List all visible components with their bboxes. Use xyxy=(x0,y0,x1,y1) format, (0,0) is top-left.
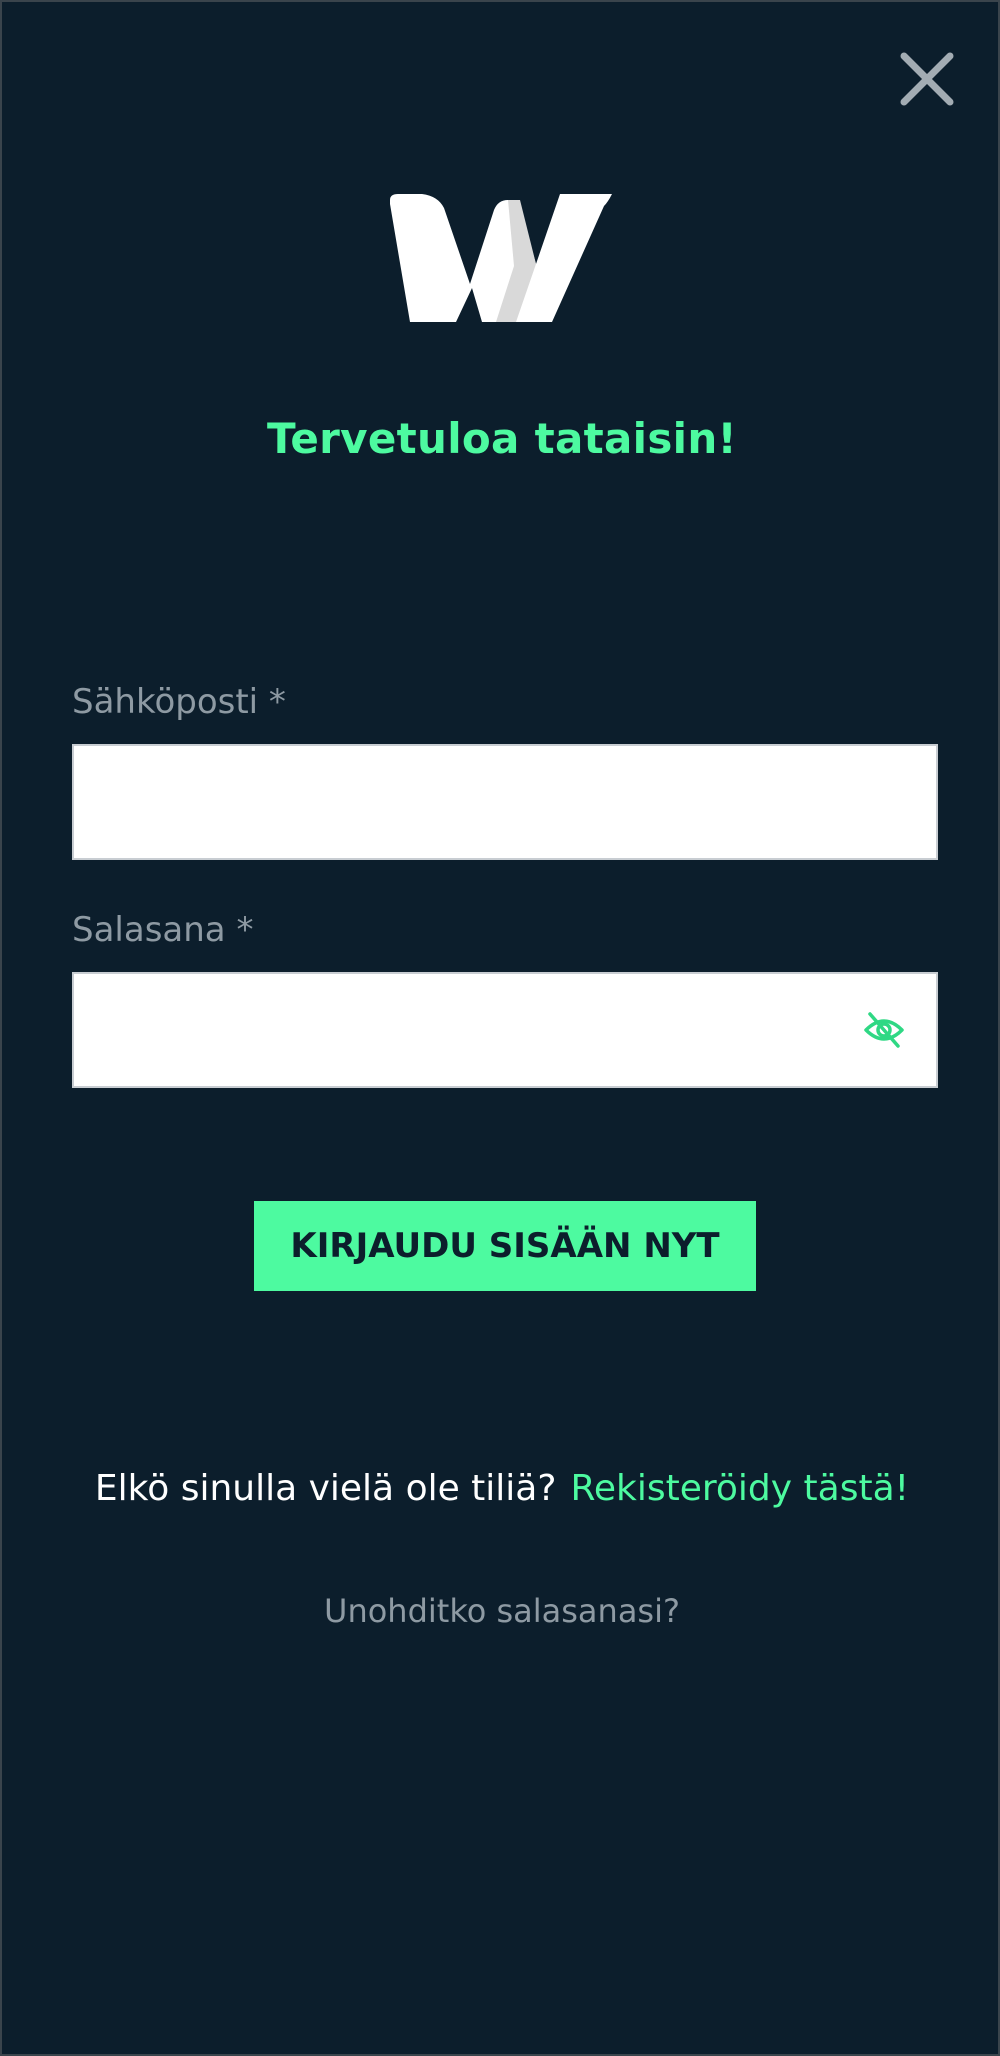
email-label: Sähköposti * xyxy=(72,682,286,722)
welcome-title: Tervetuloa tataisin! xyxy=(266,414,737,463)
password-label: Salasana * xyxy=(72,910,254,950)
forgot-password-link[interactable]: Unohditko salasanasi? xyxy=(2,1592,1000,1630)
register-prompt-text: Elkö sinulla vielä ole tiliä? xyxy=(94,1468,557,1509)
login-button[interactable]: KIRJAUDU SISÄÄN NYT xyxy=(254,1201,756,1291)
eye-slash-icon xyxy=(864,1012,904,1048)
password-field-container xyxy=(72,972,938,1088)
email-field-container xyxy=(72,744,938,860)
register-link[interactable]: Rekisteröidy tästä! xyxy=(570,1468,909,1509)
close-button[interactable] xyxy=(892,44,962,114)
password-visibility-toggle[interactable] xyxy=(862,1008,906,1052)
brand-logo xyxy=(390,194,614,328)
register-prompt-line: Elkö sinulla vielä ole tiliä? Rekisteröid… xyxy=(2,1468,1000,1509)
login-modal: Tervetuloa tataisin! Sähköposti * Salasa… xyxy=(0,0,1000,2056)
close-icon xyxy=(900,52,954,106)
password-field[interactable] xyxy=(74,974,936,1086)
email-field[interactable] xyxy=(74,746,936,858)
